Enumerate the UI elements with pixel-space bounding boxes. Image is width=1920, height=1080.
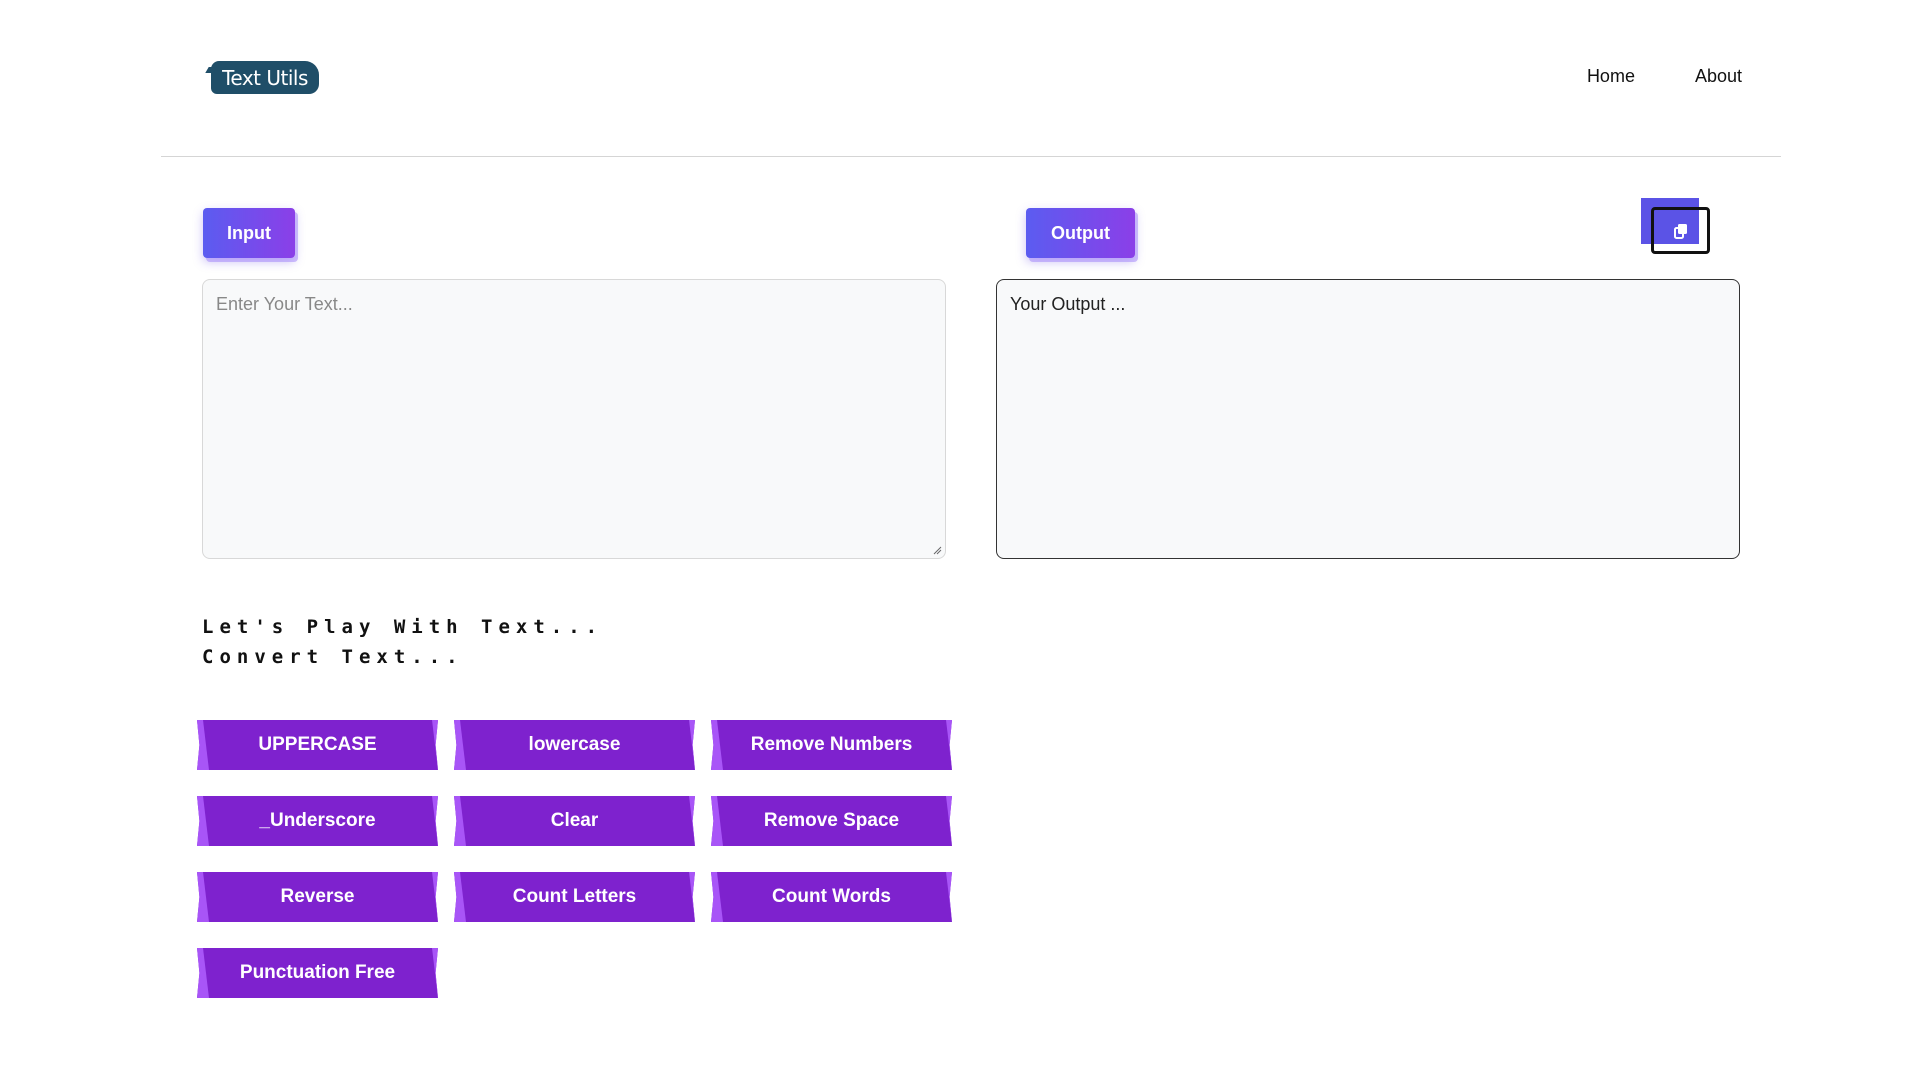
lowercase-button-label: lowercase [528,734,621,755]
heading-text: Let's Play With Text... Convert Text... [202,612,603,672]
input-textarea[interactable]: Enter Your Text... [202,279,946,559]
count-words-button-label: Count Words [772,886,891,907]
punctuation-free-button[interactable]: Punctuation Free [197,948,438,998]
uppercase-button-label: UPPERCASE [258,734,377,755]
output-label-text: Output [1051,222,1110,243]
resize-handle-icon[interactable] [932,545,942,555]
punctuation-free-button-label: Punctuation Free [239,962,396,983]
reverse-button[interactable]: Reverse [197,872,438,922]
nav-home-link[interactable]: Home [1587,66,1635,87]
remove-space-button-label: Remove Space [763,810,900,831]
clear-button[interactable]: Clear [454,796,695,846]
output-text: Your Output ... [1010,294,1126,314]
heading-line-2: Convert Text... [202,646,464,668]
copy-button[interactable] [1651,207,1710,254]
input-label: Input [203,208,295,258]
uppercase-button[interactable]: UPPERCASE [197,720,438,770]
nav-about-link[interactable]: About [1695,66,1742,87]
reverse-button-label: Reverse [280,886,355,907]
header-divider [161,156,1781,157]
copy-icon [1673,223,1687,239]
remove-space-button[interactable]: Remove Space [711,796,952,846]
input-label-text: Input [227,222,271,243]
top-nav: Home About [1587,66,1742,87]
action-buttons: UPPERCASE lowercase Remove Numbers _Unde… [197,720,952,998]
lowercase-button[interactable]: lowercase [454,720,695,770]
remove-numbers-button-label: Remove Numbers [750,734,913,755]
count-letters-button[interactable]: Count Letters [454,872,695,922]
underscore-button[interactable]: _Underscore [197,796,438,846]
count-letters-button-label: Count Letters [512,886,637,907]
clear-button-label: Clear [550,810,599,831]
input-placeholder: Enter Your Text... [216,294,353,314]
underscore-button-label: _Underscore [259,810,376,831]
output-textarea[interactable]: Your Output ... [996,279,1740,559]
logo[interactable]: Text Utils [211,61,319,94]
logo-text: Text Utils [222,65,308,90]
output-label: Output [1026,208,1135,258]
remove-numbers-button[interactable]: Remove Numbers [711,720,952,770]
heading-line-1: Let's Play With Text... [202,616,604,638]
count-words-button[interactable]: Count Words [711,872,952,922]
